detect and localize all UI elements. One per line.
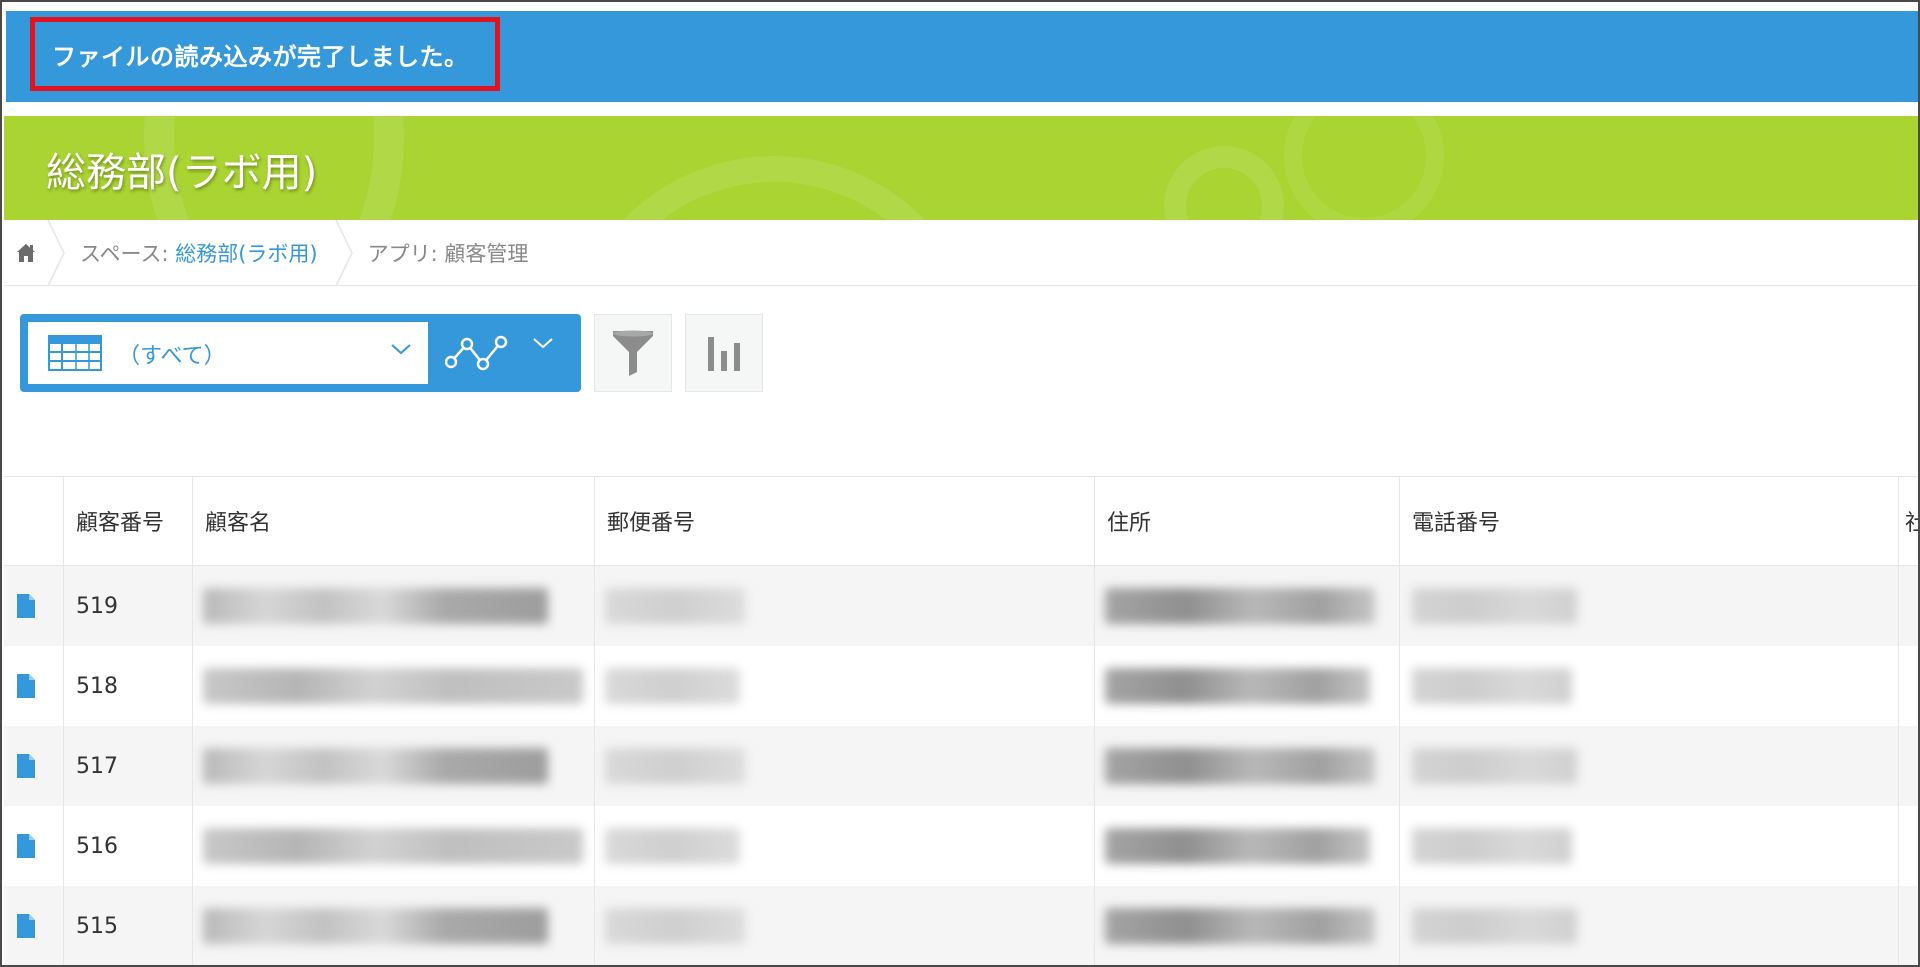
customer-number: 517 — [64, 726, 193, 806]
document-icon — [17, 594, 35, 618]
breadcrumb-separator — [334, 219, 353, 286]
bar-chart-icon — [708, 337, 740, 371]
header-cell-icon — [4, 477, 64, 565]
record-link[interactable] — [4, 646, 64, 726]
postal-code-redacted — [595, 646, 1095, 726]
chevron-down-icon — [391, 344, 411, 355]
customer-name-redacted — [193, 886, 595, 965]
table-row[interactable]: 518 — [4, 646, 1918, 726]
view-selector: （すべて） — [20, 314, 581, 392]
phone-redacted — [1400, 646, 1899, 726]
record-link[interactable] — [4, 566, 64, 646]
postal-code-redacted — [595, 726, 1095, 806]
home-icon — [17, 243, 35, 262]
view-name: （すべて） — [118, 344, 226, 369]
record-link[interactable] — [4, 886, 64, 965]
table-row[interactable]: 516 — [4, 806, 1918, 886]
notification-message: ファイルの読み込みが完了しました。 — [52, 42, 469, 71]
table-row[interactable]: 519 — [4, 566, 1918, 646]
header-cell[interactable]: 顧客番号 — [64, 477, 193, 565]
extra-cell — [1899, 886, 1918, 965]
notification-highlight: ファイルの読み込みが完了しました。 — [30, 17, 500, 91]
extra-cell — [1899, 566, 1918, 646]
table-icon — [48, 335, 102, 371]
postal-code-redacted — [595, 566, 1095, 646]
record-link[interactable] — [4, 806, 64, 886]
breadcrumb-separator — [47, 219, 65, 286]
breadcrumb-space: スペース: 総務部(ラボ用) — [66, 238, 334, 268]
header-decoration — [564, 156, 984, 220]
view-dropdown[interactable]: （すべて） — [28, 322, 428, 384]
extra-cell — [1899, 646, 1918, 726]
customer-number: 519 — [64, 566, 193, 646]
line-graph-icon — [445, 335, 508, 371]
graph-dropdown[interactable] — [428, 314, 581, 392]
document-icon — [17, 674, 35, 698]
breadcrumb: スペース: 総務部(ラボ用) アプリ: 顧客管理 — [4, 219, 1918, 286]
customer-name-redacted — [193, 566, 595, 646]
phone-redacted — [1400, 726, 1899, 806]
address-redacted — [1095, 646, 1400, 726]
customer-number: 515 — [64, 886, 193, 965]
table-header-row: 顧客番号 顧客名 郵便番号 住所 電話番号 社 — [4, 477, 1918, 566]
notification-bar: ファイルの読み込みが完了しました。 — [6, 11, 1918, 102]
table-row[interactable]: 517 — [4, 726, 1918, 806]
address-redacted — [1095, 886, 1400, 965]
customer-name-redacted — [193, 726, 595, 806]
chart-button[interactable] — [685, 314, 763, 392]
document-icon — [17, 914, 35, 938]
header-cell[interactable]: 社 — [1899, 477, 1918, 565]
document-icon — [17, 754, 35, 778]
breadcrumb-space-link[interactable]: 総務部(ラボ用) — [175, 242, 317, 266]
home-link[interactable] — [6, 220, 46, 286]
postal-code-redacted — [595, 806, 1095, 886]
header-decoration — [1284, 116, 1444, 220]
space-header: 総務部(ラボ用) — [4, 116, 1918, 220]
postal-code-redacted — [595, 886, 1095, 965]
header-cell[interactable]: 郵便番号 — [595, 477, 1095, 565]
breadcrumb-app: アプリ: 顧客管理 — [367, 241, 529, 266]
address-redacted — [1095, 806, 1400, 886]
record-table: 顧客番号 顧客名 郵便番号 住所 電話番号 社 519 518 — [4, 476, 1918, 965]
document-icon — [17, 834, 35, 858]
space-title: 総務部(ラボ用) — [46, 150, 318, 196]
phone-redacted — [1400, 566, 1899, 646]
extra-cell — [1899, 726, 1918, 806]
address-redacted — [1095, 566, 1400, 646]
header-decoration — [1164, 146, 1284, 220]
customer-number: 516 — [64, 806, 193, 886]
chevron-down-icon — [533, 338, 553, 349]
header-cell[interactable]: 顧客名 — [193, 477, 595, 565]
customer-name-redacted — [193, 806, 595, 886]
phone-redacted — [1400, 806, 1899, 886]
filter-icon — [613, 330, 653, 376]
customer-name-redacted — [193, 646, 595, 726]
header-cell[interactable]: 電話番号 — [1400, 477, 1899, 565]
app-frame: ファイルの読み込みが完了しました。 総務部(ラボ用) スペース: 総務部(ラボ用… — [0, 0, 1920, 967]
phone-redacted — [1400, 886, 1899, 965]
breadcrumb-space-prefix: スペース: — [80, 241, 176, 266]
address-redacted — [1095, 726, 1400, 806]
header-cell[interactable]: 住所 — [1095, 477, 1400, 565]
customer-number: 518 — [64, 646, 193, 726]
extra-cell — [1899, 806, 1918, 886]
filter-button[interactable] — [594, 314, 672, 392]
record-link[interactable] — [4, 726, 64, 806]
table-row[interactable]: 515 — [4, 886, 1918, 965]
